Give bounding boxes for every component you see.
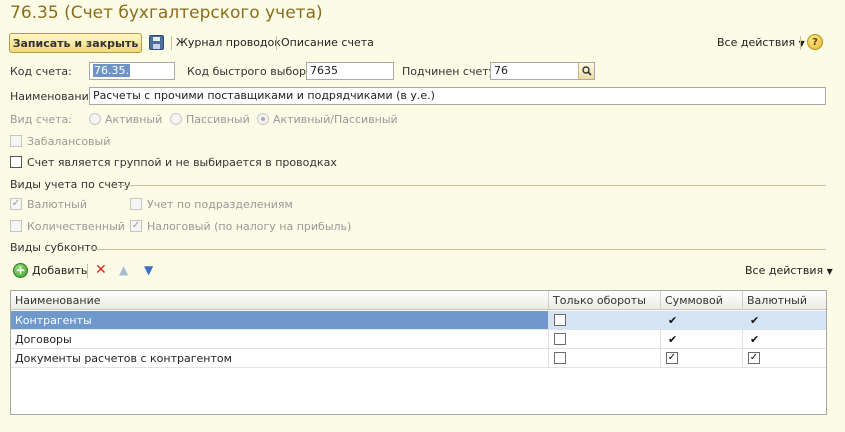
save-and-close-button[interactable]: Записать и закрыть — [9, 33, 142, 53]
cell-name: Контрагенты — [11, 311, 549, 330]
all-actions-menu[interactable]: Все действия ▼ — [717, 36, 805, 49]
currency-checkbox[interactable]: ✓ — [748, 352, 760, 364]
cell-currency: ✔ — [743, 311, 826, 330]
radio-passive-label: Пассивный — [186, 113, 250, 126]
subconto-table[interactable]: Наименование Только обороты Суммовой Вал… — [10, 290, 827, 415]
is-group-label: Счет является группой и не выбирается в … — [27, 156, 337, 169]
radio-active[interactable] — [89, 113, 101, 125]
off-balance-checkbox[interactable] — [10, 135, 22, 147]
quick-code-field[interactable]: 7635 — [306, 62, 394, 80]
sum-checkbox[interactable]: ✓ — [666, 352, 678, 364]
checkmark-icon[interactable]: ✔ — [750, 330, 759, 349]
table-row[interactable]: Контрагенты ✔ ✔ — [11, 311, 826, 330]
column-header-name[interactable]: Наименование — [11, 291, 549, 310]
form-title: 76.35 (Счет бухгалтерского учета) — [10, 3, 323, 23]
checkmark-icon[interactable]: ✔ — [750, 311, 759, 330]
tax-checkbox[interactable]: ✓ — [130, 220, 142, 232]
add-icon[interactable]: + — [13, 263, 28, 278]
cell-currency: ✓ — [743, 349, 826, 368]
all-actions-label: Все действия — [745, 264, 824, 277]
cell-sum: ✔ — [661, 311, 743, 330]
cell-sum: ✓ — [661, 349, 743, 368]
move-down-icon[interactable]: ▼ — [144, 263, 153, 277]
delete-icon[interactable]: ✕ — [95, 263, 107, 277]
table-header: Наименование Только обороты Суммовой Вал… — [11, 291, 826, 310]
column-header-currency[interactable]: Валютный — [743, 291, 826, 310]
account-code-field[interactable]: 76.35. — [89, 62, 175, 80]
save-icon[interactable] — [149, 35, 164, 50]
turnover-checkbox[interactable] — [554, 333, 566, 345]
chevron-down-icon: ▼ — [826, 267, 833, 276]
quantity-label: Количественный — [27, 220, 125, 233]
column-header-sum[interactable]: Суммовой — [661, 291, 743, 310]
radio-active-passive-label: Активный/Пассивный — [273, 113, 398, 126]
subconto-all-actions-menu[interactable]: Все действия ▼ — [745, 264, 833, 277]
toolbar-separator — [171, 36, 172, 50]
cell-name: Договоры — [11, 330, 549, 349]
division-checkbox[interactable] — [130, 198, 142, 210]
account-description-link[interactable]: Описание счета — [281, 36, 374, 49]
currency-label: Валютный — [27, 198, 88, 211]
cell-name: Документы расчетов с контрагентом — [11, 349, 549, 368]
radio-passive[interactable] — [170, 113, 182, 125]
group-divider — [92, 249, 826, 250]
account-type-label: Вид счета: — [10, 113, 72, 126]
table-row[interactable]: Договоры ✔ ✔ — [11, 330, 826, 349]
cell-turnover — [549, 311, 661, 330]
division-label: Учет по подразделениям — [147, 198, 293, 211]
accounting-types-title: Виды учета по счету — [10, 178, 131, 191]
move-up-icon[interactable]: ▲ — [119, 263, 128, 277]
cell-currency: ✔ — [743, 330, 826, 349]
toolbar-separator — [87, 264, 88, 278]
toolbar-separator — [276, 36, 277, 50]
name-field[interactable]: Расчеты с прочими поставщиками и подрядч… — [89, 87, 826, 105]
is-group-checkbox[interactable] — [10, 156, 22, 168]
search-icon[interactable] — [578, 63, 594, 79]
table-row[interactable]: Документы расчетов с контрагентом ✓ ✓ — [11, 349, 826, 368]
checkmark-icon[interactable]: ✔ — [668, 330, 677, 349]
quick-code-label: Код быстрого выбора: — [187, 65, 317, 78]
radio-active-passive[interactable] — [257, 113, 269, 125]
group-divider — [118, 185, 826, 186]
account-code-value: 76.35. — [93, 64, 130, 77]
turnover-checkbox[interactable] — [554, 314, 566, 326]
checkmark-icon[interactable]: ✔ — [668, 311, 677, 330]
journal-link[interactable]: Журнал проводок — [176, 36, 281, 49]
name-label: Наименование: — [10, 90, 100, 103]
parent-account-field[interactable]: 76 — [490, 62, 595, 80]
tax-label: Налоговый (по налогу на прибыль) — [147, 220, 352, 233]
parent-account-value: 76 — [494, 64, 508, 77]
currency-checkbox[interactable]: ✓ — [10, 198, 22, 210]
subconto-title: Виды субконто — [10, 241, 98, 254]
radio-active-label: Активный — [105, 113, 163, 126]
cell-turnover — [549, 330, 661, 349]
quantity-checkbox[interactable] — [10, 220, 22, 232]
cell-turnover — [549, 349, 661, 368]
cell-sum: ✔ — [661, 330, 743, 349]
help-icon[interactable]: ? — [807, 34, 823, 50]
account-code-label: Код счета: — [10, 65, 72, 78]
add-button[interactable]: Добавить — [32, 264, 87, 277]
all-actions-label: Все действия — [717, 36, 796, 49]
column-header-turnover[interactable]: Только обороты — [549, 291, 661, 310]
parent-account-label: Подчинен счету: — [402, 65, 499, 78]
off-balance-label: Забалансовый — [27, 135, 111, 148]
turnover-checkbox[interactable] — [554, 352, 566, 364]
toolbar-separator — [800, 36, 801, 50]
